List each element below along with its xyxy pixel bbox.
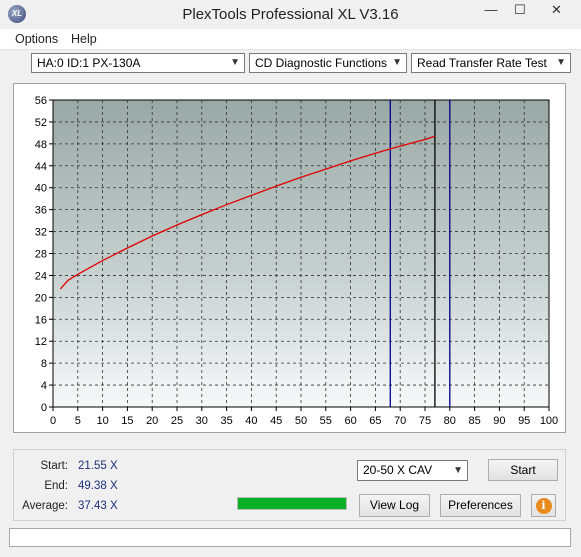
minimize-button[interactable]: — [476,0,506,22]
x-tick-label: 10 [96,415,108,427]
menu-help[interactable]: Help [71,32,97,46]
maximize-button[interactable]: ☐ [505,0,535,22]
x-tick-label: 30 [196,415,208,427]
y-tick-label: 28 [35,249,47,261]
x-tick-label: 5 [75,415,81,427]
y-tick-label: 56 [35,95,47,107]
title-bar: XL PlexTools Professional XL V3.16 — ☐ ✕ [0,0,581,29]
chevron-down-icon: ▼ [392,57,402,68]
x-tick-label: 90 [493,415,505,427]
x-tick-label: 95 [518,415,530,427]
y-axis: 048121620242832364044485256 [35,95,53,414]
x-tick-label: 70 [394,415,406,427]
speed-select[interactable]: 20-50 X CAV ▼ [357,460,468,481]
start-button[interactable]: Start [488,459,558,481]
chevron-down-icon: ▼ [230,57,240,68]
y-tick-label: 40 [35,183,47,195]
toolbar: HA:0 ID:1 PX-130A ▼ CD Diagnostic Functi… [0,50,581,78]
drive-select[interactable]: HA:0 ID:1 PX-130A ▼ [31,53,245,73]
x-tick-label: 25 [171,415,183,427]
y-tick-label: 0 [41,402,47,414]
x-axis: 0 5 10 15 20 25 30 35 40 45 50 55 60 65 70 75 80 85 90 95 10… [50,407,558,427]
chevron-down-icon: ▼ [556,57,566,68]
y-tick-label: 44 [35,161,47,173]
status-bar [9,528,571,547]
speed-select-value: 20-50 X CAV [363,463,433,477]
y-tick-label: 36 [35,205,47,217]
x-tick-label: 40 [245,415,257,427]
info-icon: i [535,498,552,514]
average-label: Average: [22,500,68,512]
y-tick-label: 24 [35,270,47,282]
x-tick-label: 15 [121,415,133,427]
progress-bar [237,497,347,510]
x-tick-label: 100 [540,415,558,427]
x-tick-label: 75 [419,415,431,427]
transfer-rate-chart: 0 5 10 15 20 25 30 35 40 45 50 55 60 65 70 75 80 85 90 95 10… [13,83,566,433]
x-tick-label: 0 [50,415,56,427]
chart-canvas: 0 5 10 15 20 25 30 35 40 45 50 55 60 65 70 75 80 85 90 95 10… [35,95,558,427]
y-tick-label: 32 [35,227,47,239]
menu-bar: Options Help [0,29,581,50]
y-tick-label: 20 [35,292,47,304]
x-tick-label: 55 [320,415,332,427]
x-tick-label: 80 [444,415,456,427]
x-tick-label: 45 [270,415,282,427]
x-tick-label: 60 [344,415,356,427]
y-tick-label: 52 [35,117,47,129]
y-tick-label: 48 [35,139,47,151]
start-label: Start: [40,460,68,472]
y-tick-label: 12 [35,336,47,348]
start-value: 21.55 X [78,460,118,472]
test-select[interactable]: Read Transfer Rate Test ▼ [411,53,571,73]
y-tick-label: 16 [35,314,47,326]
chevron-down-icon: ▼ [453,465,463,476]
end-label: End: [44,480,68,492]
x-tick-label: 35 [220,415,232,427]
end-value: 49.38 X [78,480,118,492]
y-tick-label: 8 [41,358,47,370]
preferences-button[interactable]: Preferences [440,494,521,517]
x-tick-label: 65 [369,415,381,427]
x-tick-label: 50 [295,415,307,427]
x-tick-label: 85 [468,415,480,427]
test-select-value: Read Transfer Rate Test [417,56,547,70]
function-select-value: CD Diagnostic Functions [255,56,388,70]
info-button[interactable]: i [531,494,556,517]
average-value: 37.43 X [78,500,118,512]
drive-select-value: HA:0 ID:1 PX-130A [37,56,141,70]
close-button[interactable]: ✕ [534,0,579,22]
function-select[interactable]: CD Diagnostic Functions ▼ [249,53,407,73]
x-tick-label: 20 [146,415,158,427]
menu-options[interactable]: Options [15,32,58,46]
progress-fill [238,498,346,509]
y-tick-label: 4 [41,380,47,392]
view-log-button[interactable]: View Log [359,494,430,517]
